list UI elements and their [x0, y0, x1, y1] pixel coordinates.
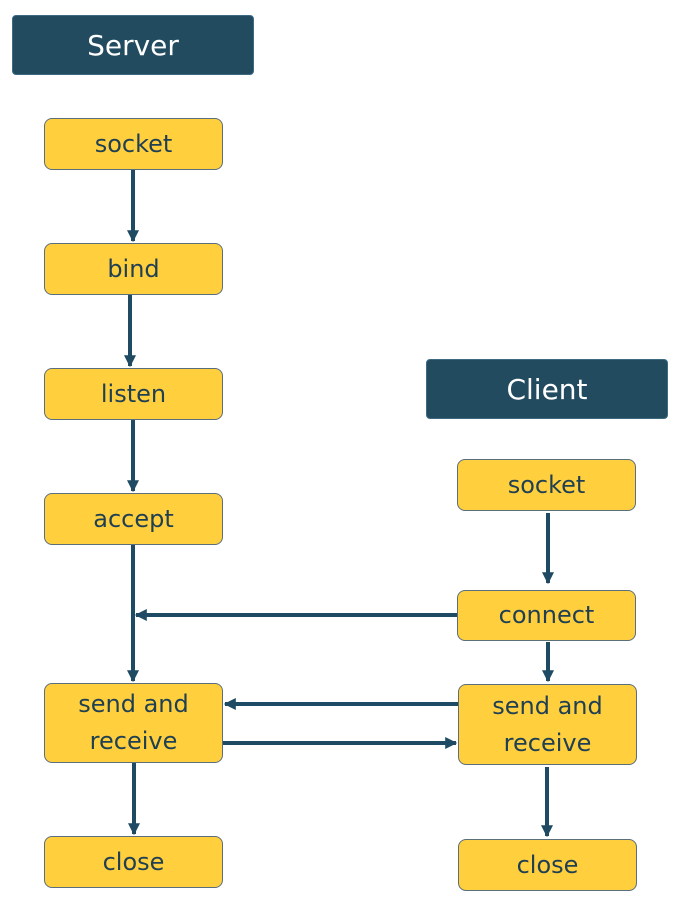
server-accept-node: accept: [44, 493, 223, 545]
client-socket-node: socket: [457, 459, 636, 511]
server-send-receive-node: send and receive: [44, 683, 223, 763]
client-header: Client: [426, 359, 668, 419]
client-close-node: close: [458, 839, 637, 891]
server-socket-node: socket: [44, 118, 223, 170]
client-send-receive-node: send and receive: [458, 684, 637, 765]
server-bind-node: bind: [44, 243, 223, 295]
server-listen-node: listen: [44, 368, 223, 420]
client-connect-node: connect: [457, 590, 636, 641]
server-close-node: close: [44, 836, 223, 888]
server-header: Server: [12, 15, 254, 75]
